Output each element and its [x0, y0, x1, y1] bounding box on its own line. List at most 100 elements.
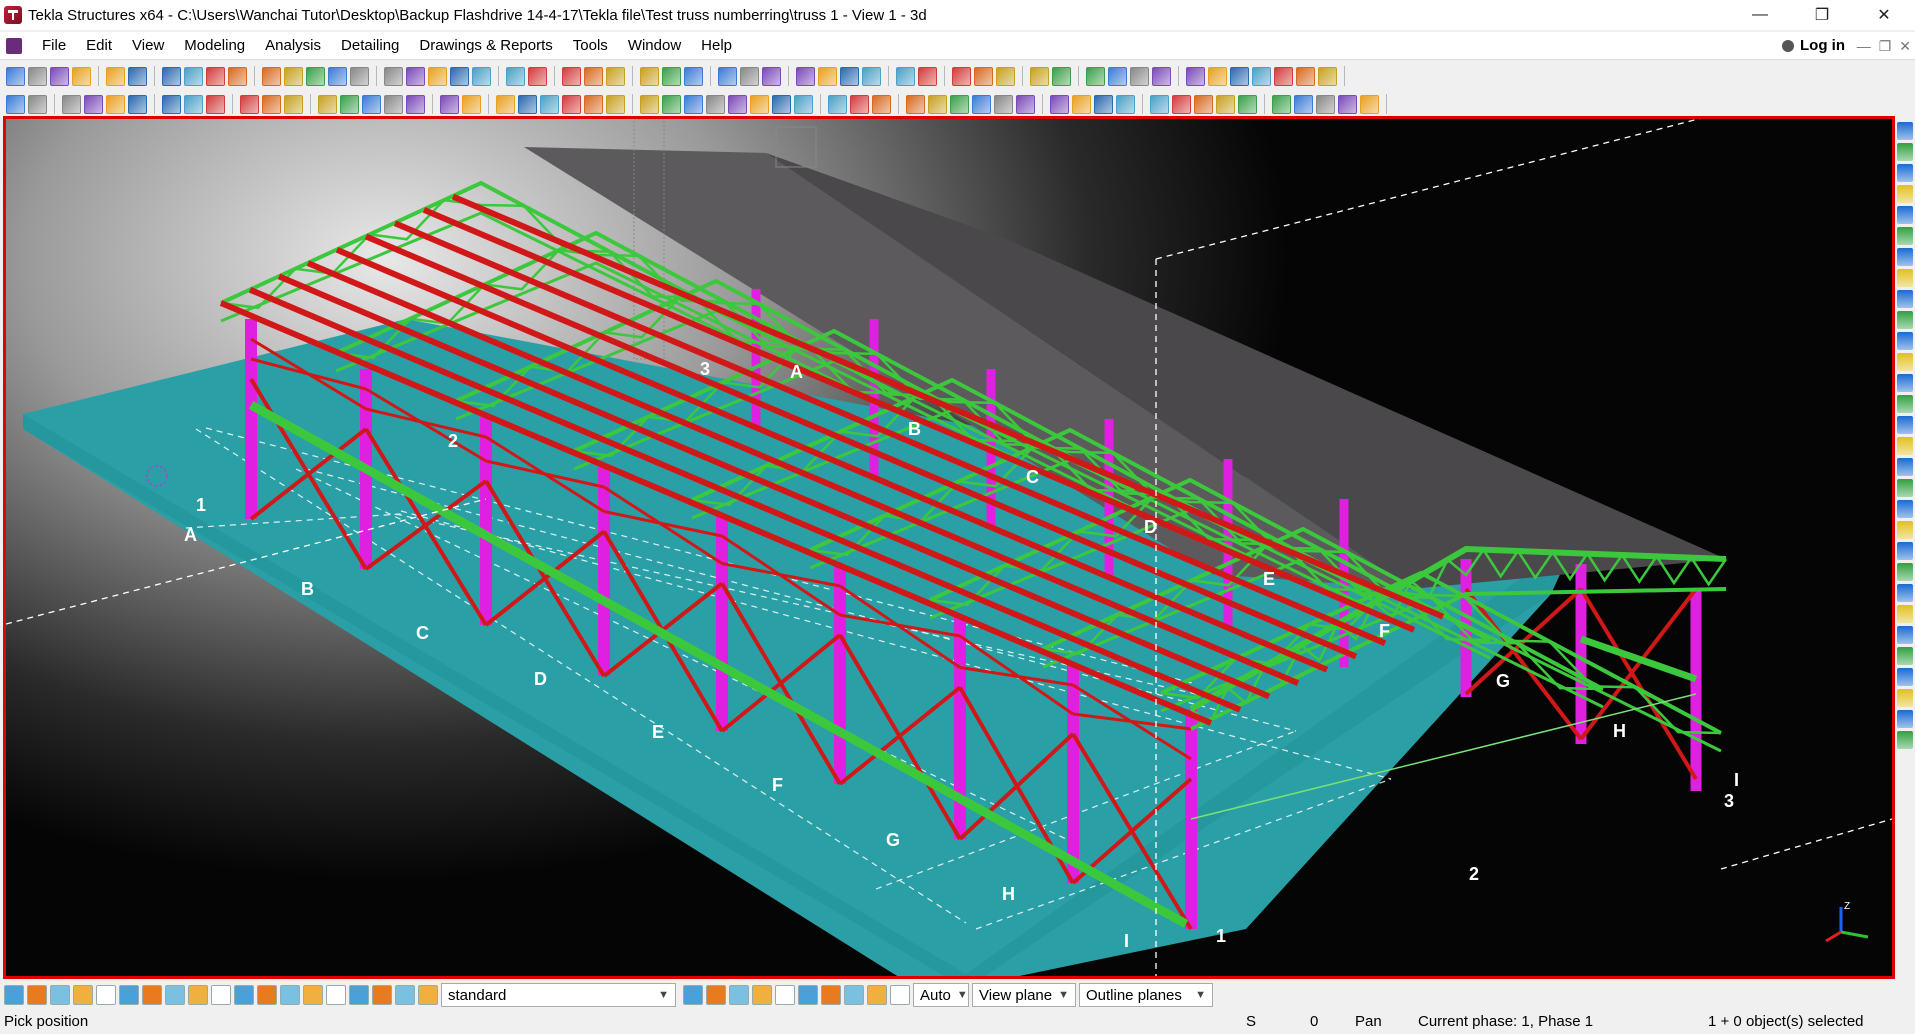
- standard-tool-icon[interactable]: [996, 66, 1015, 86]
- selection-switch-icon[interactable]: [280, 985, 300, 1005]
- snap-switch-icon[interactable]: [683, 985, 703, 1005]
- selection-switch-icon[interactable]: [188, 985, 208, 1005]
- menu-drawings-reports[interactable]: Drawings & Reports: [409, 32, 562, 60]
- standard-tool-icon[interactable]: [796, 66, 815, 86]
- side-tool-icon[interactable]: [1897, 269, 1913, 287]
- standard-tool-icon[interactable]: [206, 66, 225, 86]
- modeling-tool-icon[interactable]: [284, 94, 303, 114]
- status-phase[interactable]: Current phase: 1, Phase 1: [1418, 1013, 1593, 1030]
- selection-switch-icon[interactable]: [211, 985, 231, 1005]
- close-button[interactable]: ✕: [1853, 0, 1915, 30]
- standard-tool-icon[interactable]: [584, 66, 603, 86]
- modeling-tool-icon[interactable]: [340, 94, 359, 114]
- menu-help[interactable]: Help: [691, 32, 742, 60]
- side-tool-icon[interactable]: [1897, 332, 1913, 350]
- side-tool-icon[interactable]: [1897, 584, 1913, 602]
- modeling-tool-icon[interactable]: [794, 94, 813, 114]
- modeling-tool-icon[interactable]: [872, 94, 891, 114]
- mdi-restore-button[interactable]: ❐: [1879, 32, 1892, 60]
- modeling-tool-icon[interactable]: [1016, 94, 1035, 114]
- side-tool-icon[interactable]: [1897, 395, 1913, 413]
- modeling-tool-icon[interactable]: [1272, 94, 1291, 114]
- modeling-tool-icon[interactable]: [1194, 94, 1213, 114]
- modeling-tool-icon[interactable]: [850, 94, 869, 114]
- selection-switch-icon[interactable]: [257, 985, 277, 1005]
- snap-switch-icon[interactable]: [752, 985, 772, 1005]
- menu-detailing[interactable]: Detailing: [331, 32, 409, 60]
- standard-tool-icon[interactable]: [1208, 66, 1227, 86]
- outline-planes-select[interactable]: Outline planes ▼: [1079, 983, 1213, 1007]
- side-tool-icon[interactable]: [1897, 647, 1913, 665]
- side-tool-icon[interactable]: [1897, 374, 1913, 392]
- modeling-tool-icon[interactable]: [1116, 94, 1135, 114]
- menu-edit[interactable]: Edit: [76, 32, 122, 60]
- modeling-tool-icon[interactable]: [406, 94, 425, 114]
- restore-button[interactable]: ❐: [1791, 0, 1853, 30]
- standard-tool-icon[interactable]: [1086, 66, 1105, 86]
- standard-tool-icon[interactable]: [28, 66, 47, 86]
- side-tool-icon[interactable]: [1897, 563, 1913, 581]
- login-button[interactable]: Log in: [1782, 32, 1845, 60]
- modeling-tool-icon[interactable]: [828, 94, 847, 114]
- modeling-tool-icon[interactable]: [462, 94, 481, 114]
- selection-switch-icon[interactable]: [96, 985, 116, 1005]
- modeling-tool-icon[interactable]: [240, 94, 259, 114]
- modeling-tool-icon[interactable]: [728, 94, 747, 114]
- selection-switch-icon[interactable]: [4, 985, 24, 1005]
- standard-tool-icon[interactable]: [106, 66, 125, 86]
- modeling-tool-icon[interactable]: [184, 94, 203, 114]
- mdi-close-button[interactable]: ✕: [1899, 32, 1911, 60]
- standard-tool-icon[interactable]: [952, 66, 971, 86]
- modeling-tool-icon[interactable]: [540, 94, 559, 114]
- modeling-tool-icon[interactable]: [362, 94, 381, 114]
- standard-tool-icon[interactable]: [472, 66, 491, 86]
- modeling-tool-icon[interactable]: [584, 94, 603, 114]
- standard-tool-icon[interactable]: [1186, 66, 1205, 86]
- snap-switch-icon[interactable]: [706, 985, 726, 1005]
- standard-tool-icon[interactable]: [384, 66, 403, 86]
- standard-tool-icon[interactable]: [1274, 66, 1293, 86]
- side-tool-icon[interactable]: [1897, 479, 1913, 497]
- modeling-tool-icon[interactable]: [1072, 94, 1091, 114]
- modeling-tool-icon[interactable]: [928, 94, 947, 114]
- modeling-tool-icon[interactable]: [1360, 94, 1379, 114]
- standard-tool-icon[interactable]: [662, 66, 681, 86]
- menu-window[interactable]: Window: [618, 32, 691, 60]
- modeling-tool-icon[interactable]: [1150, 94, 1169, 114]
- standard-tool-icon[interactable]: [1318, 66, 1337, 86]
- snap-switch-icon[interactable]: [867, 985, 887, 1005]
- menu-analysis[interactable]: Analysis: [255, 32, 331, 60]
- standard-tool-icon[interactable]: [896, 66, 915, 86]
- side-tool-icon[interactable]: [1897, 626, 1913, 644]
- side-tool-icon[interactable]: [1897, 311, 1913, 329]
- side-tool-icon[interactable]: [1897, 710, 1913, 728]
- modeling-tool-icon[interactable]: [106, 94, 125, 114]
- model-view-3d[interactable]: A B C D E F G H I A B C D E F G H I 1 2 3 1 2 3 Z: [3, 116, 1895, 979]
- selection-switch-icon[interactable]: [349, 985, 369, 1005]
- selection-switch-icon[interactable]: [165, 985, 185, 1005]
- standard-tool-icon[interactable]: [528, 66, 547, 86]
- modeling-tool-icon[interactable]: [562, 94, 581, 114]
- mdi-minimize-button[interactable]: —: [1857, 32, 1871, 60]
- standard-tool-icon[interactable]: [50, 66, 69, 86]
- snap-switch-icon[interactable]: [890, 985, 910, 1005]
- side-tool-icon[interactable]: [1897, 227, 1913, 245]
- selection-filter-select[interactable]: standard ▼: [441, 983, 676, 1007]
- standard-tool-icon[interactable]: [1152, 66, 1171, 86]
- modeling-tool-icon[interactable]: [606, 94, 625, 114]
- modeling-tool-icon[interactable]: [1238, 94, 1257, 114]
- selection-switch-icon[interactable]: [119, 985, 139, 1005]
- standard-tool-icon[interactable]: [918, 66, 937, 86]
- menu-view[interactable]: View: [122, 32, 174, 60]
- standard-tool-icon[interactable]: [262, 66, 281, 86]
- modeling-tool-icon[interactable]: [750, 94, 769, 114]
- modeling-tool-icon[interactable]: [1172, 94, 1191, 114]
- side-tool-icon[interactable]: [1897, 143, 1913, 161]
- modeling-tool-icon[interactable]: [706, 94, 725, 114]
- standard-tool-icon[interactable]: [862, 66, 881, 86]
- standard-tool-icon[interactable]: [328, 66, 347, 86]
- standard-tool-icon[interactable]: [718, 66, 737, 86]
- modeling-tool-icon[interactable]: [84, 94, 103, 114]
- standard-tool-icon[interactable]: [1030, 66, 1049, 86]
- selection-switch-icon[interactable]: [303, 985, 323, 1005]
